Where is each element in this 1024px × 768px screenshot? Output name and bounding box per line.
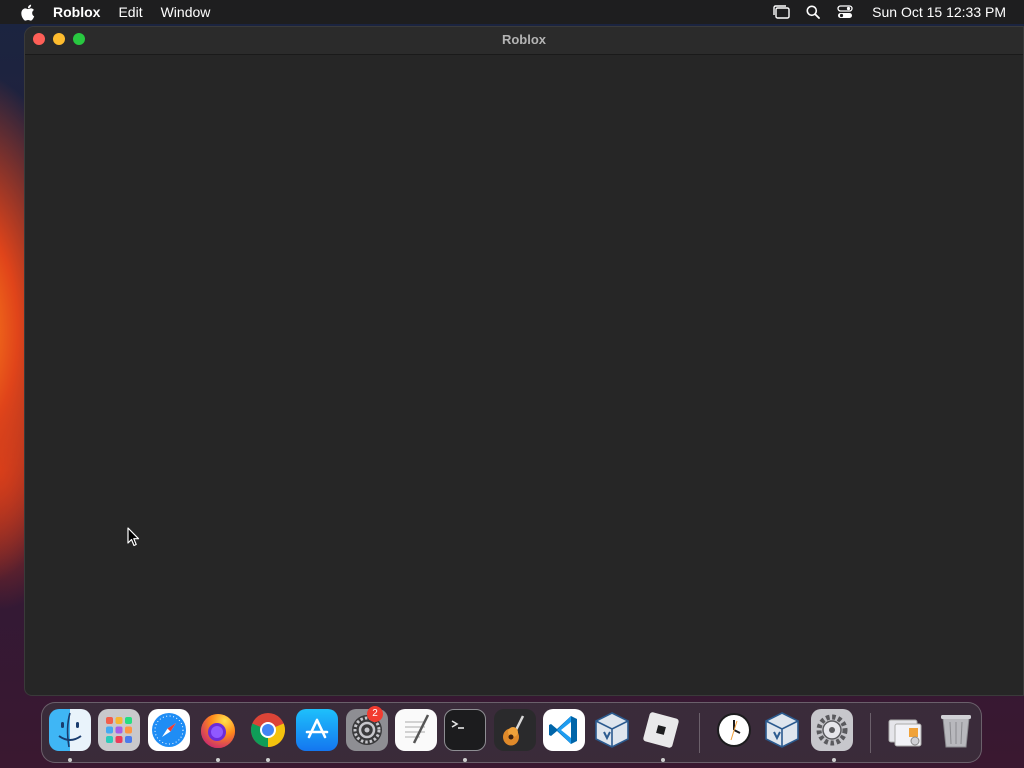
window-titlebar[interactable]: Roblox bbox=[25, 27, 1023, 55]
chrome-icon[interactable] bbox=[247, 709, 289, 751]
window-title: Roblox bbox=[501, 32, 547, 47]
launchpad-icon[interactable] bbox=[98, 709, 140, 751]
running-indicator bbox=[463, 758, 467, 762]
downloads-stack-icon[interactable] bbox=[884, 709, 926, 751]
menu-window[interactable]: Window bbox=[161, 0, 211, 24]
search-icon[interactable] bbox=[804, 3, 822, 21]
textedit-icon[interactable] bbox=[395, 709, 437, 751]
running-indicator bbox=[832, 758, 836, 762]
control-center-icon[interactable] bbox=[836, 3, 854, 21]
running-indicator bbox=[266, 758, 270, 762]
menu-bar-clock[interactable]: Sun Oct 15 12:33 PM bbox=[872, 4, 1006, 20]
dock-separator bbox=[870, 713, 871, 753]
settings-gear-icon[interactable] bbox=[811, 709, 853, 751]
roblox-window[interactable]: Roblox bbox=[24, 26, 1024, 696]
garageband-icon[interactable] bbox=[494, 709, 536, 751]
apple-icon[interactable] bbox=[18, 3, 36, 21]
clock-icon[interactable] bbox=[713, 709, 755, 751]
vscode-icon[interactable] bbox=[543, 709, 585, 751]
finder-icon[interactable] bbox=[49, 709, 91, 751]
app-store-icon[interactable] bbox=[296, 709, 338, 751]
menu-edit[interactable]: Edit bbox=[118, 0, 142, 24]
trash-icon[interactable] bbox=[935, 709, 977, 751]
mouse-pointer-icon bbox=[127, 527, 140, 547]
running-indicator bbox=[68, 758, 72, 762]
running-indicator bbox=[661, 758, 665, 762]
running-indicator bbox=[216, 758, 220, 762]
terminal-icon[interactable] bbox=[444, 709, 486, 751]
virtualbox-vm-icon[interactable] bbox=[761, 709, 803, 751]
firefox-icon[interactable] bbox=[197, 709, 239, 751]
virtualbox-icon[interactable] bbox=[591, 709, 633, 751]
notification-badge: 2 bbox=[367, 706, 383, 722]
dock bbox=[41, 702, 982, 763]
menu-app-name[interactable]: Roblox bbox=[53, 0, 100, 24]
dock-separator bbox=[699, 713, 700, 753]
safari-icon[interactable] bbox=[148, 709, 190, 751]
stage-manager-icon[interactable] bbox=[772, 3, 790, 21]
menu-bar: Roblox Edit Window Sun Oct 15 12:33 PM bbox=[0, 0, 1024, 24]
roblox-icon[interactable] bbox=[640, 709, 682, 751]
